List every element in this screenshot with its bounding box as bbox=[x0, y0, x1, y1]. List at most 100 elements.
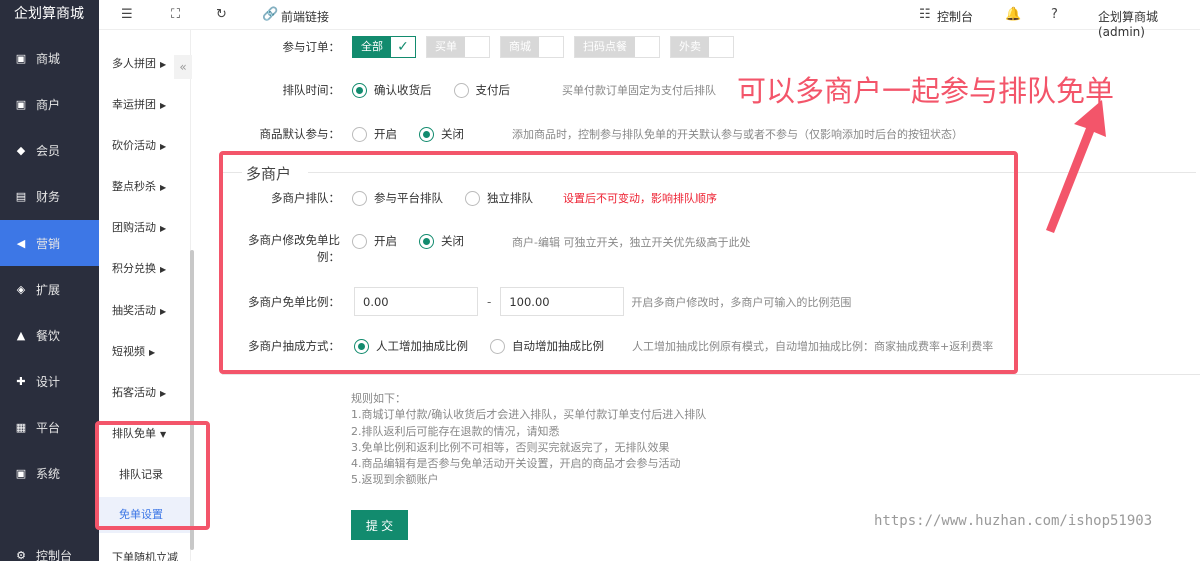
subnav-item-label: 团购活动 bbox=[112, 221, 156, 234]
order-join-label: 参与订单： bbox=[282, 40, 341, 54]
radio-dot[interactable] bbox=[352, 126, 367, 142]
queue-time-option-receipt[interactable]: 确认收货后 bbox=[352, 82, 432, 98]
top-bar: ☰ ⛶ ↻ 🔗 前端链接 ☷ 控制台 🔔 ? 企划算商城(admin) bbox=[99, 0, 1200, 39]
check-icon: ✓ bbox=[391, 37, 415, 57]
sidebar-item-label: 设计 bbox=[36, 374, 61, 389]
subnav-item-label: 抽奖活动 bbox=[112, 304, 156, 317]
sidebar-item-member[interactable]: ◆ 会员 bbox=[0, 127, 99, 173]
subnav-item[interactable]: 积分兑换 ▶ bbox=[99, 260, 191, 276]
subnav-item-label: 砍价活动 bbox=[112, 139, 156, 152]
order-type-label: 外卖 bbox=[671, 37, 709, 57]
queue-time-label: 排队时间： bbox=[282, 83, 341, 97]
link-icon: 🔗 bbox=[262, 7, 279, 22]
sidebar-item-label: 系统 bbox=[36, 466, 61, 481]
checkbox-box bbox=[709, 37, 733, 57]
subnav-item[interactable]: 砍价活动 ▶ bbox=[99, 137, 191, 153]
caret-right-icon: ▶ bbox=[160, 60, 167, 69]
subnav-item[interactable]: 抽奖活动 ▶ bbox=[99, 302, 191, 318]
design-icon: ✚ bbox=[16, 374, 26, 388]
console-link[interactable]: 控制台 bbox=[937, 8, 973, 25]
sidebar-item-design[interactable]: ✚ 设计 bbox=[0, 358, 99, 404]
brand-title: 企划算商城 bbox=[0, 0, 99, 30]
platform-icon: ▦ bbox=[15, 420, 27, 434]
refresh-icon[interactable]: ↻ bbox=[216, 7, 227, 22]
caret-right-icon: ▶ bbox=[160, 389, 167, 398]
sidebar-item-label: 财务 bbox=[36, 189, 61, 204]
sidebar-item-label: 营销 bbox=[36, 236, 61, 251]
caret-right-icon: ▶ bbox=[160, 101, 167, 110]
sidebar-item-label: 会员 bbox=[36, 143, 61, 158]
highlight-box-multi-merchant bbox=[219, 151, 1018, 374]
default-join-label: 商品默认参与： bbox=[259, 127, 341, 141]
highlight-box-queue-free bbox=[95, 421, 210, 530]
console-sliders-icon: ☷ bbox=[919, 7, 931, 22]
rules-line: 1.商城订单付款/确认收货后才会进入排队，买单付款订单支付后进入排队 bbox=[351, 408, 707, 422]
sidebar-item-megaphone[interactable]: ◀ 营销 bbox=[0, 220, 99, 266]
subnav-item-label: 多人拼团 bbox=[112, 57, 156, 70]
radio-dot-checked[interactable] bbox=[419, 126, 434, 142]
rules-title: 规则如下： bbox=[351, 392, 406, 405]
bell-icon[interactable]: 🔔 bbox=[1005, 7, 1021, 22]
submit-button[interactable]: 提 交 bbox=[351, 510, 408, 540]
order-type-toggle[interactable]: 买单 bbox=[426, 36, 490, 58]
sidebar-item-extension[interactable]: ◈ 扩展 bbox=[0, 266, 99, 312]
order-type-toggle[interactable]: 扫码点餐 bbox=[574, 36, 660, 58]
sidebar-item-label: 扩展 bbox=[36, 282, 61, 297]
caret-right-icon: ▶ bbox=[160, 265, 167, 274]
subnav-item-label: 积分兑换 bbox=[112, 262, 156, 275]
sidebar-item-store[interactable]: ▣ 商城 bbox=[0, 35, 99, 81]
help-icon[interactable]: ? bbox=[1051, 7, 1058, 22]
sidebar-item-merchant[interactable]: ▣ 商户 bbox=[0, 81, 99, 127]
radio-label: 关闭 bbox=[441, 127, 464, 141]
caret-right-icon: ▶ bbox=[160, 307, 167, 316]
subnav-item[interactable]: 整点秒杀 ▶ bbox=[99, 178, 191, 194]
order-type-toggle[interactable]: 外卖 bbox=[670, 36, 734, 58]
order-type-label: 买单 bbox=[427, 37, 465, 57]
menu-toggle-icon[interactable]: ☰ bbox=[121, 7, 133, 22]
merchant-icon: ▣ bbox=[15, 97, 27, 111]
system-icon: ▣ bbox=[15, 466, 27, 480]
queue-time-row: 排队时间： 确认收货后 支付后 买单付款订单固定为支付后排队 bbox=[260, 82, 716, 98]
console-icon: ⚙ bbox=[16, 548, 26, 561]
sidebar-item-console[interactable]: ⚙ 控制台 bbox=[0, 532, 99, 561]
frontend-link[interactable]: 前端链接 bbox=[281, 8, 329, 25]
sidebar-item-system[interactable]: ▣ 系统 bbox=[0, 450, 99, 496]
default-join-row: 商品默认参与： 开启 关闭 添加商品时，控制参与排队免单的开关默认参与或者不参与… bbox=[240, 126, 963, 142]
rules-line: 2.排队返利后可能存在退款的情况，请知悉 bbox=[351, 424, 560, 438]
fullscreen-icon[interactable]: ⛶ bbox=[171, 7, 180, 22]
radio-dot-checked[interactable] bbox=[352, 82, 367, 98]
subnav-item[interactable]: 拓客活动 ▶ bbox=[99, 384, 191, 400]
collapse-sidebar-button[interactable]: « bbox=[174, 55, 192, 79]
finance-icon: ▤ bbox=[15, 189, 27, 203]
queue-time-option-paid[interactable]: 支付后 bbox=[453, 82, 510, 98]
sidebar-item-platform[interactable]: ▦ 平台 bbox=[0, 404, 99, 450]
extension-icon: ◈ bbox=[16, 282, 26, 296]
order-type-toggle[interactable]: 全部 ✓ bbox=[352, 36, 416, 58]
sidebar-item-dining[interactable]: ▲ 餐饮 bbox=[0, 312, 99, 358]
rules-line: 3.免单比例和返利比例不可相等，否则买完就返完了，无排队效果 bbox=[351, 440, 670, 454]
subnav-item[interactable]: 下单随机立减 bbox=[99, 549, 191, 561]
subnav-item[interactable]: 幸运拼团 ▶ bbox=[99, 96, 191, 112]
sidebar-item-label: 控制台 bbox=[36, 548, 73, 561]
store-icon: ▣ bbox=[15, 51, 27, 65]
subnav-item[interactable]: 团购活动 ▶ bbox=[99, 219, 191, 235]
sidebar-item-finance[interactable]: ▤ 财务 bbox=[0, 173, 99, 219]
default-join-option-on[interactable]: 开启 bbox=[352, 126, 397, 142]
caret-right-icon: ▶ bbox=[160, 183, 167, 192]
order-join-row: 参与订单： 全部 ✓ 买单 商城 扫码点餐 外卖 bbox=[260, 36, 744, 58]
default-join-hint: 添加商品时，控制参与排队免单的开关默认参与或者不参与（仅影响添加时后台的按钮状态… bbox=[512, 128, 963, 141]
watermark: https://www.huzhan.com/ishop51903 bbox=[874, 513, 1153, 529]
order-type-toggle[interactable]: 商城 bbox=[500, 36, 564, 58]
dining-icon: ▲ bbox=[16, 328, 26, 342]
rules-line: 5.返现到余额账户 bbox=[351, 473, 439, 487]
annotation-arrow-icon bbox=[1046, 100, 1106, 233]
megaphone-icon: ◀ bbox=[16, 236, 26, 250]
default-join-option-off[interactable]: 关闭 bbox=[419, 126, 464, 142]
radio-label: 确认收货后 bbox=[374, 83, 432, 97]
subnav-item[interactable]: 短视频 ▶ bbox=[99, 343, 191, 359]
radio-dot[interactable] bbox=[453, 82, 469, 98]
checkbox-box bbox=[465, 37, 489, 57]
caret-right-icon: ▶ bbox=[160, 224, 167, 233]
order-type-label: 全部 bbox=[353, 37, 391, 57]
sidebar-item-label: 商城 bbox=[36, 51, 61, 66]
